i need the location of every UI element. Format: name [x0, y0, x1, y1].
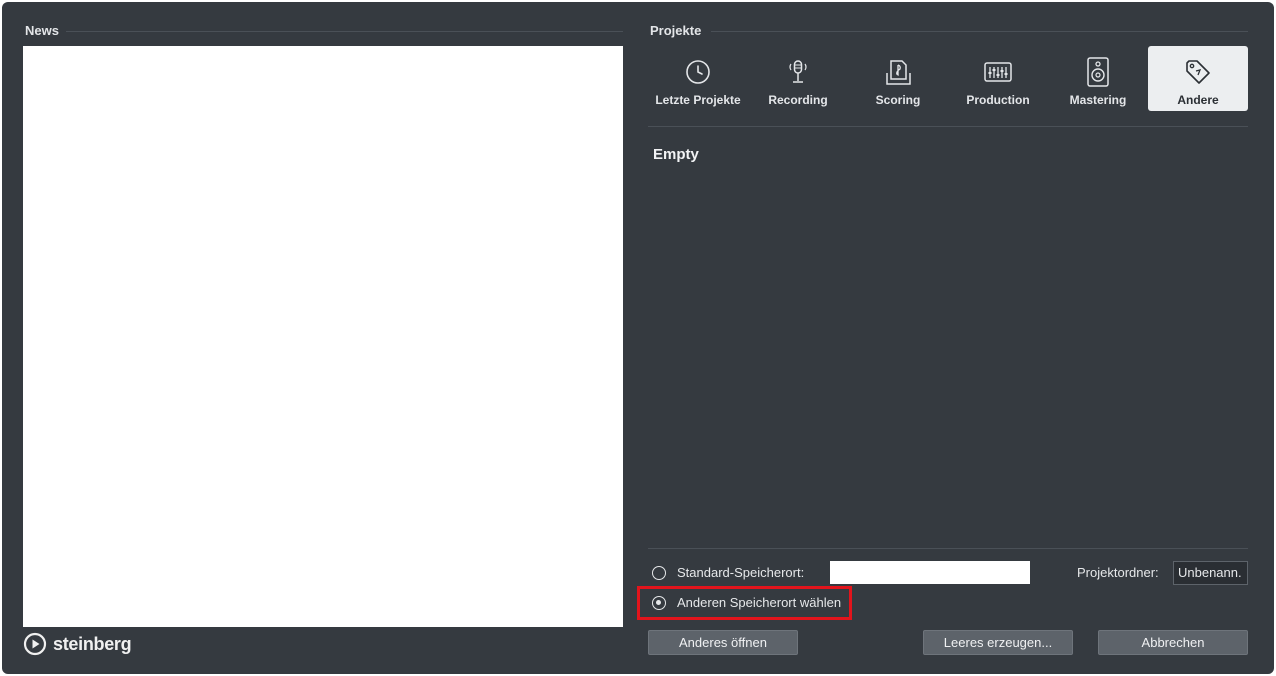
tab-andere[interactable]: Andere	[1148, 46, 1248, 111]
steinberg-logo-icon	[23, 632, 47, 656]
cancel-button[interactable]: Abbrechen	[1098, 630, 1248, 655]
project-folder-label: Projektordner:	[1077, 565, 1159, 580]
microphone-icon	[784, 54, 812, 90]
tab-label: Andere	[1177, 93, 1219, 107]
open-other-button[interactable]: Anderes öffnen	[648, 630, 798, 655]
news-title: News	[25, 23, 59, 38]
location-divider	[648, 548, 1248, 549]
tab-scoring[interactable]: Scoring	[848, 46, 948, 111]
standard-location-radio[interactable]	[652, 565, 666, 580]
tabs-divider	[648, 126, 1248, 127]
create-empty-button[interactable]: Leeres erzeugen...	[923, 630, 1073, 655]
news-title-rule	[66, 31, 623, 32]
mixer-icon	[983, 54, 1013, 90]
tab-mastering[interactable]: Mastering	[1048, 46, 1148, 111]
tab-label: Scoring	[875, 93, 921, 107]
tab-label: Mastering	[1069, 93, 1127, 107]
speaker-icon	[1086, 54, 1110, 90]
project-category-tabs: Letzte Projekte Recording Scoring Produc…	[648, 46, 1248, 112]
tab-label: Letzte Projekte	[655, 93, 741, 107]
clock-icon	[685, 54, 711, 90]
news-panel[interactable]	[23, 46, 623, 627]
highlight-box	[637, 586, 852, 620]
project-folder-input[interactable]: Unbenann.	[1173, 561, 1248, 585]
template-list[interactable]	[648, 135, 1248, 545]
projects-title-rule	[711, 31, 1248, 32]
score-icon	[883, 54, 913, 90]
tab-production[interactable]: Production	[948, 46, 1048, 111]
tab-label: Production	[966, 93, 1030, 107]
projects-title: Projekte	[650, 23, 702, 38]
standard-location-label: Standard-Speicherort:	[677, 565, 805, 580]
tab-letzte-projekte[interactable]: Letzte Projekte	[648, 46, 748, 111]
tab-label: Recording	[768, 93, 828, 107]
tag-icon	[1184, 54, 1212, 90]
standard-location-path-input[interactable]	[830, 561, 1030, 584]
steinberg-logo-text: steinberg	[53, 633, 132, 654]
tab-recording[interactable]: Recording	[748, 46, 848, 111]
steinberg-logo: steinberg	[23, 632, 132, 656]
standard-location-option[interactable]: Standard-Speicherort:	[652, 565, 804, 580]
